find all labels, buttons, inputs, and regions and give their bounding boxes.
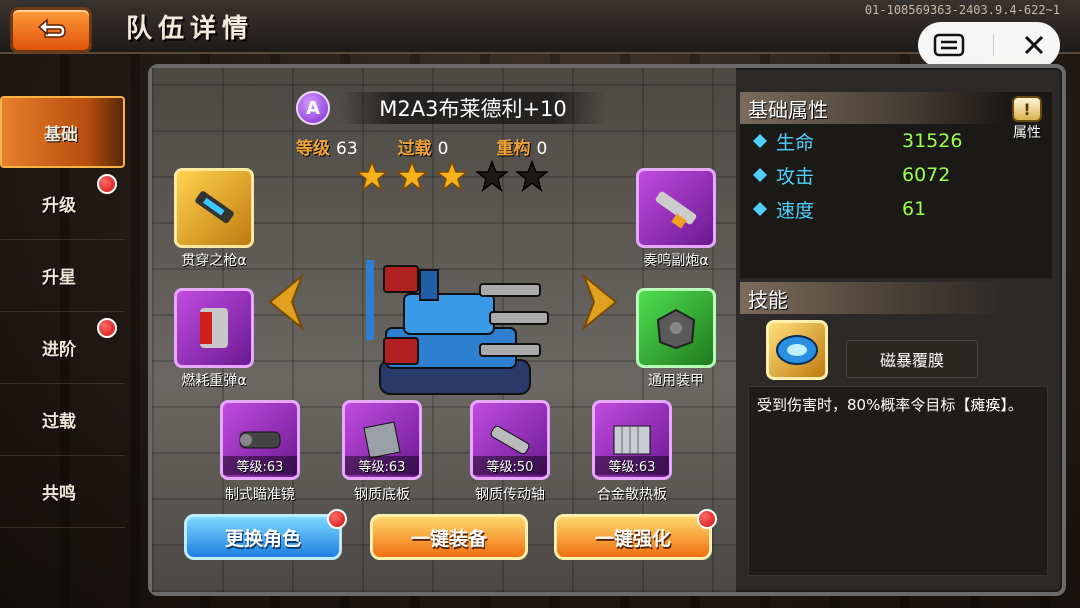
exclamation-icon: !: [1012, 96, 1042, 122]
attribute-name: 攻击: [776, 165, 815, 188]
sidebar-item-star-up[interactable]: 升星: [0, 240, 125, 312]
capsule-divider: [992, 34, 994, 56]
attribute-value: 61: [902, 198, 927, 220]
sidebar-item-label: 升级: [42, 196, 76, 216]
sidebar-item-label: 共鸣: [42, 484, 76, 504]
diamond-icon: [753, 134, 767, 148]
sidebar-item-label: 基础: [44, 124, 78, 145]
sidebar-item-label: 过载: [42, 412, 76, 432]
hero-name-bar: A M2A3布莱德利+10: [296, 90, 606, 126]
attribute-name: 速度: [776, 199, 815, 222]
one-key-strengthen-button[interactable]: 一键强化: [554, 509, 717, 560]
skill-name: 磁暴覆膜: [846, 340, 978, 378]
button-label: 更换角色: [224, 527, 301, 550]
next-arrow-icon[interactable]: [580, 272, 624, 332]
star-empty-icon: [516, 160, 548, 192]
previous-arrow-icon[interactable]: [262, 272, 306, 332]
attribute-name: 生命: [776, 131, 815, 154]
attribute-value: 31526: [902, 130, 963, 152]
notification-dot: [327, 509, 347, 529]
sidebar-item-basic[interactable]: 基础: [0, 96, 125, 168]
notification-dot: [97, 318, 117, 338]
star-filled-icon: [436, 160, 468, 192]
weapon-label: 通用装甲: [648, 373, 704, 389]
skill-header: 技能: [740, 282, 1006, 314]
notification-dot: [97, 174, 117, 194]
rebuild-stat: 重构 0: [496, 139, 548, 159]
version-text: 01-108569363-2403.9.4-622~1: [864, 3, 1060, 17]
hero-stats: 等级 63 过载 0 重构 0: [296, 134, 596, 159]
part-label: 钢质传动轴: [475, 487, 545, 503]
skill-description: 受到伤害时，80%概率令目标【瘫痪】。: [748, 386, 1048, 576]
part-level: 等级:63: [345, 456, 419, 475]
part-label: 合金散热板: [597, 487, 667, 503]
sidebar: 基础 升级 升星 进阶 过载 共鸣: [0, 96, 125, 528]
armor-icon: [656, 308, 696, 350]
part-slot-2[interactable]: 等级:63: [342, 400, 422, 480]
part-slot-4[interactable]: 等级:63: [592, 400, 672, 480]
part-slot-1[interactable]: 等级:63: [220, 400, 300, 480]
gun-icon: [195, 191, 234, 224]
sidebar-item-label: 进阶: [42, 340, 76, 360]
mini-program-capsule: [918, 22, 1060, 68]
change-role-button[interactable]: 更换角色: [184, 509, 347, 560]
menu-icon[interactable]: [932, 32, 966, 58]
back-button[interactable]: [10, 7, 92, 53]
part-label: 钢质底板: [354, 487, 410, 503]
shell-icon: [200, 308, 228, 348]
weapon-slot-mid-left[interactable]: [174, 288, 254, 368]
part-level: 等级:50: [473, 456, 547, 475]
weapon-label: 贯穿之枪α: [181, 253, 247, 269]
sidebar-item-resonance[interactable]: 共鸣: [0, 456, 125, 528]
weapon-label: 奏鸣副炮α: [643, 253, 709, 269]
notification-dot: [697, 509, 717, 529]
overload-stat: 过载 0: [397, 139, 449, 159]
level-stat: 等级 63: [296, 139, 358, 159]
magnetic-skill-icon: [776, 335, 818, 365]
back-arrow-icon: [37, 18, 66, 38]
cannon-icon: [655, 191, 697, 229]
part-slot-3[interactable]: 等级:50: [470, 400, 550, 480]
attribute-value: 6072: [902, 164, 951, 186]
skill-icon-button[interactable]: [766, 320, 828, 380]
part-label: 制式瞄准镜: [225, 487, 295, 503]
button-label: 一键强化: [594, 527, 671, 550]
star-empty-icon: [476, 160, 508, 192]
attributes-header: 基础属性: [740, 92, 1006, 124]
attribute-row-attack: 攻击 6072: [752, 160, 1012, 190]
weapon-slot-top-right[interactable]: [636, 168, 716, 248]
star-filled-icon: [396, 160, 428, 192]
one-key-equip-button[interactable]: 一键装备: [370, 514, 528, 560]
weapon-label: 燃耗重弹α: [181, 373, 247, 389]
part-level: 等级:63: [223, 456, 297, 475]
page-title: 队伍详情: [126, 14, 255, 44]
tank-model: [366, 260, 549, 395]
attribute-row-hp: 生命 31526: [752, 126, 1012, 156]
rank-badge: A: [296, 91, 330, 125]
weapon-slot-top-left[interactable]: [174, 168, 254, 248]
close-icon[interactable]: [1021, 32, 1047, 58]
diamond-icon: [753, 202, 767, 216]
sidebar-item-advance[interactable]: 进阶: [0, 312, 125, 384]
sidebar-item-upgrade[interactable]: 升级: [0, 168, 125, 240]
button-label: 一键装备: [410, 527, 487, 550]
star-rating: [356, 160, 548, 192]
part-level: 等级:63: [595, 456, 669, 475]
weapon-slot-mid-right[interactable]: [636, 288, 716, 368]
hero-name: M2A3布莱德利+10: [340, 92, 606, 124]
attribute-detail-label: 属性: [1013, 125, 1041, 141]
sidebar-item-label: 升星: [42, 268, 76, 288]
diamond-icon: [753, 168, 767, 182]
attribute-row-speed: 速度 61: [752, 194, 1012, 224]
sidebar-item-overload[interactable]: 过载: [0, 384, 125, 456]
star-filled-icon: [356, 160, 388, 192]
